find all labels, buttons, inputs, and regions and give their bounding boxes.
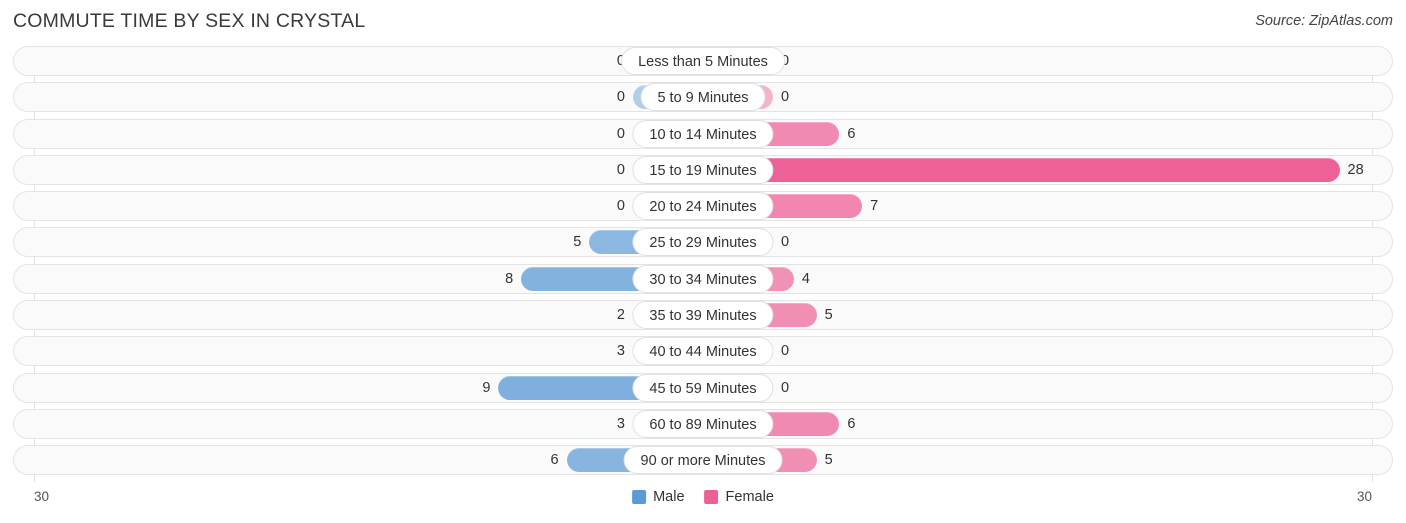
- chart-row[interactable]: 6 5 90 or more Minutes: [0, 445, 1406, 476]
- value-label-male: 9: [482, 379, 491, 396]
- value-label-male: 0: [616, 89, 625, 106]
- value-label-female: 6: [847, 415, 856, 432]
- value-label-female: 0: [781, 234, 790, 251]
- value-label-female: 5: [824, 452, 833, 469]
- category-label: 60 to 89 Minutes: [632, 409, 774, 438]
- row-bars: 00Less than 5 Minutes: [13, 46, 1393, 76]
- row-bars: 0 6 10 to 14 Minutes: [13, 119, 1393, 149]
- value-label-male: 3: [616, 415, 625, 432]
- row-bars: 3 6 60 to 89 Minutes: [13, 409, 1393, 439]
- chart-page: COMMUTE TIME BY SEX IN CRYSTAL Source: Z…: [0, 0, 1406, 523]
- legend-label-female: Female: [725, 489, 774, 505]
- row-bars: 2 5 35 to 39 Minutes: [13, 300, 1393, 330]
- value-label-female: 4: [801, 270, 810, 287]
- category-label: 40 to 44 Minutes: [632, 337, 774, 366]
- row-bars: 0 0 5 to 9 Minutes: [13, 82, 1393, 112]
- legend-item-female[interactable]: Female: [704, 489, 774, 505]
- chart-footer: 30 Male Female 30: [0, 486, 1406, 523]
- row-bars: 9 0 45 to 59 Minutes: [13, 373, 1393, 403]
- chart-legend: Male Female: [632, 489, 774, 505]
- row-bars: 5 0 25 to 29 Minutes: [13, 227, 1393, 257]
- bar-female[interactable]: [703, 157, 1340, 182]
- plot-area: 00Less than 5 Minutes005 to 9 Minutes061…: [0, 46, 1406, 486]
- category-label: 35 to 39 Minutes: [632, 301, 774, 330]
- chart-header: COMMUTE TIME BY SEX IN CRYSTAL Source: Z…: [0, 0, 1406, 46]
- value-label-female: 6: [847, 125, 856, 142]
- chart-row[interactable]: 0 0 5 to 9 Minutes: [0, 82, 1406, 113]
- category-label: 15 to 19 Minutes: [632, 155, 774, 184]
- category-label: 30 to 34 Minutes: [632, 264, 774, 293]
- value-label-male: 3: [616, 343, 625, 360]
- value-label-male: 0: [616, 198, 625, 215]
- category-label: 45 to 59 Minutes: [632, 373, 774, 402]
- chart-row[interactable]: 0 7 20 to 24 Minutes: [0, 191, 1406, 222]
- axis-label-left: 30: [34, 489, 50, 504]
- value-label-female: 28: [1347, 161, 1364, 178]
- chart-row[interactable]: 3 0 40 to 44 Minutes: [0, 336, 1406, 367]
- category-label: 5 to 9 Minutes: [640, 83, 766, 112]
- legend-swatch-male: [632, 490, 647, 504]
- chart-row[interactable]: 00Less than 5 Minutes: [0, 46, 1406, 76]
- value-label-female: 0: [781, 379, 790, 396]
- value-label-female: 0: [781, 89, 790, 106]
- row-bars: 0 28 15 to 19 Minutes: [13, 155, 1393, 185]
- row-bars: 8 4 30 to 34 Minutes: [13, 264, 1393, 294]
- legend-item-male[interactable]: Male: [632, 489, 685, 505]
- source-attribution: Source: ZipAtlas.com: [1255, 13, 1393, 29]
- value-label-female: 0: [781, 343, 790, 360]
- value-label-male: 2: [616, 307, 625, 324]
- category-label: 10 to 14 Minutes: [632, 119, 774, 148]
- row-bars: 0 7 20 to 24 Minutes: [13, 191, 1393, 221]
- chart-row[interactable]: 0 28 15 to 19 Minutes: [0, 154, 1406, 185]
- legend-label-male: Male: [653, 489, 685, 505]
- value-label-male: 5: [573, 234, 582, 251]
- value-label-female: 5: [824, 307, 833, 324]
- value-label-male: 6: [550, 452, 559, 469]
- legend-swatch-female: [704, 490, 719, 504]
- chart-row[interactable]: 0 6 10 to 14 Minutes: [0, 118, 1406, 149]
- category-label: 90 or more Minutes: [623, 446, 783, 475]
- value-label-female: 7: [870, 198, 879, 215]
- category-label: 25 to 29 Minutes: [632, 228, 774, 257]
- chart-row[interactable]: 2 5 35 to 39 Minutes: [0, 300, 1406, 331]
- value-label-male: 0: [616, 125, 625, 142]
- chart-row[interactable]: 8 4 30 to 34 Minutes: [0, 263, 1406, 294]
- chart-row[interactable]: 9 0 45 to 59 Minutes: [0, 372, 1406, 403]
- chart-row[interactable]: 3 6 60 to 89 Minutes: [0, 408, 1406, 439]
- row-bars: 3 0 40 to 44 Minutes: [13, 336, 1393, 366]
- chart-row[interactable]: 5 0 25 to 29 Minutes: [0, 227, 1406, 258]
- page-title: COMMUTE TIME BY SEX IN CRYSTAL: [13, 10, 366, 32]
- category-label: 20 to 24 Minutes: [632, 192, 774, 221]
- value-label-male: 0: [616, 161, 625, 178]
- axis-label-right: 30: [1356, 489, 1372, 504]
- value-label-male: 8: [505, 270, 514, 287]
- bar-rows: 00Less than 5 Minutes005 to 9 Minutes061…: [0, 46, 1406, 482]
- category-label: Less than 5 Minutes: [621, 47, 785, 75]
- row-bars: 6 5 90 or more Minutes: [13, 445, 1393, 475]
